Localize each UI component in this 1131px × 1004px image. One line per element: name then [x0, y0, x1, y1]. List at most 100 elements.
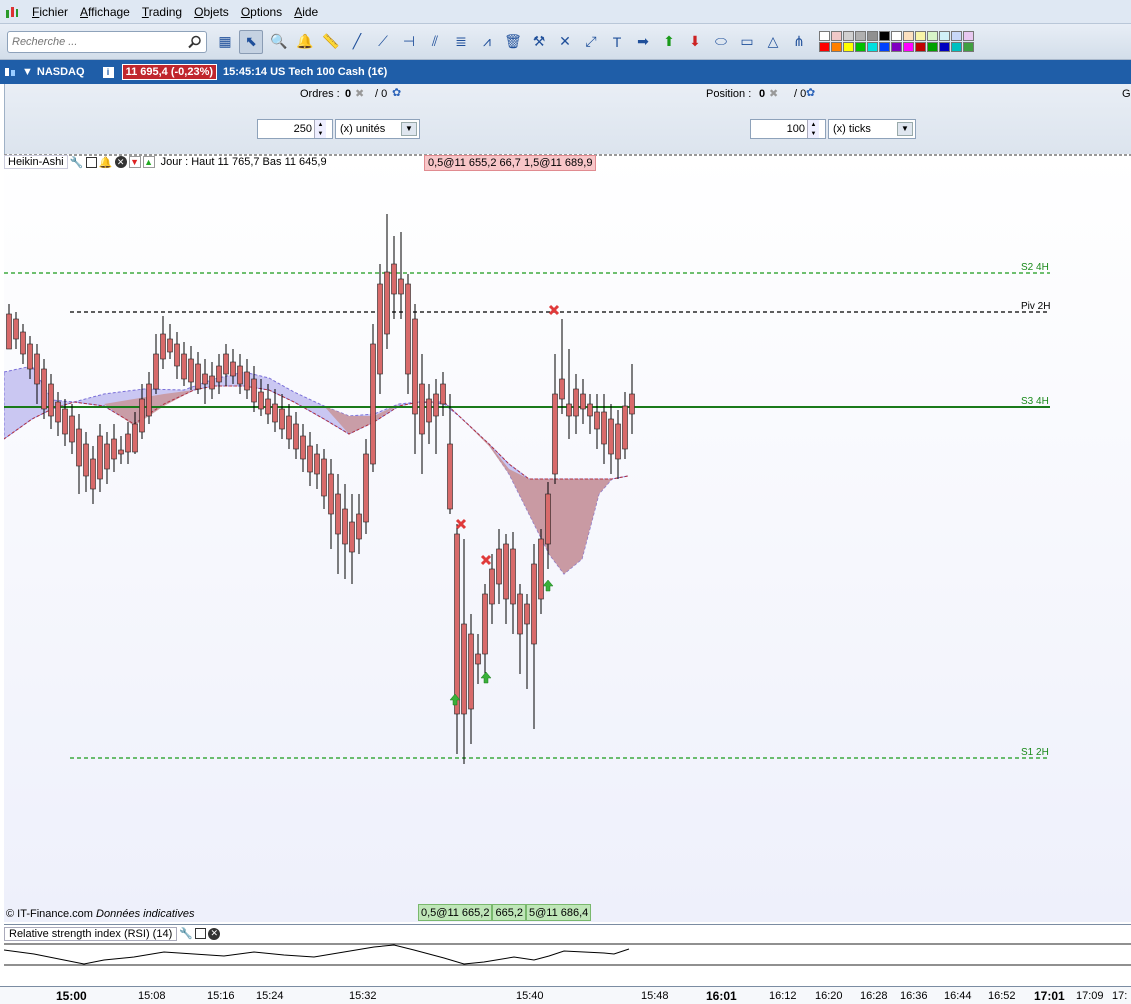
color-swatch[interactable] — [903, 31, 914, 41]
candle-bear — [153, 353, 159, 390]
candle-bear — [118, 449, 124, 455]
unit-select-2[interactable]: (x) ticks ▼ — [828, 119, 916, 139]
time-axis-label: 16:36 — [900, 990, 928, 1002]
text-icon[interactable]: T — [605, 30, 629, 54]
menu-objets[interactable]: Objets — [188, 5, 235, 19]
color-swatch[interactable] — [867, 42, 878, 52]
color-swatch[interactable] — [951, 42, 962, 52]
window-icon[interactable] — [195, 928, 207, 939]
cancel-position-icon[interactable]: ✖ — [769, 87, 778, 100]
quantity-spin-1[interactable]: ▲ ▼ — [314, 120, 326, 138]
quantity-stepper-1[interactable]: ▲▼ — [257, 119, 333, 139]
color-swatch[interactable] — [939, 31, 950, 41]
color-swatch[interactable] — [855, 31, 866, 41]
quantity-stepper-2[interactable]: ▲▼ — [750, 119, 826, 139]
color-swatch[interactable] — [855, 42, 866, 52]
orders-settings-icon[interactable]: ✿ — [392, 86, 401, 99]
info-icon[interactable]: i — [102, 66, 114, 78]
unit-select-1[interactable]: (x) unités ▼ — [335, 119, 420, 139]
zoom-icon[interactable]: 🔍 — [267, 30, 291, 54]
color-swatch[interactable] — [939, 42, 950, 52]
menu-fichier[interactable]: Fichier — [26, 5, 74, 19]
color-swatch[interactable] — [879, 31, 890, 41]
color-swatch[interactable] — [819, 31, 830, 41]
color-swatch[interactable] — [963, 31, 974, 41]
color-swatch[interactable] — [963, 42, 974, 52]
position-settings-icon[interactable]: ✿ — [806, 86, 815, 99]
order-badge-bottom[interactable]: 0,5@11 665,2 665,2 5@11 686,4 — [418, 904, 592, 921]
window-icon[interactable] — [85, 156, 97, 168]
pitchfork-icon[interactable]: ⋔ — [787, 30, 811, 54]
cursor-icon[interactable]: ⬉ — [239, 29, 263, 54]
trash-icon[interactable]: 🗑 — [501, 30, 525, 54]
search-icon[interactable] — [188, 35, 202, 49]
segment-icon[interactable]: ╱ — [345, 30, 369, 54]
quantity-input-2[interactable] — [751, 123, 807, 135]
rsi-chart[interactable] — [4, 942, 1131, 986]
color-swatch[interactable] — [867, 31, 878, 41]
move-down-icon[interactable]: ▼ — [128, 156, 141, 168]
color-swatch[interactable] — [831, 31, 842, 41]
candle-bear — [454, 533, 460, 715]
search-input[interactable] — [12, 35, 182, 48]
price-chart[interactable]: S2 4H Piv 2H S3 4H S1 2H — [4, 154, 1131, 922]
candle-bear — [202, 373, 208, 385]
instrument-selector[interactable]: ▼ NASDAQ — [4, 66, 85, 78]
screener-icon[interactable]: ▦ — [213, 30, 237, 54]
close-icon[interactable]: ✕ — [114, 156, 127, 168]
color-swatch[interactable] — [903, 42, 914, 52]
color-swatch[interactable] — [915, 31, 926, 41]
horizontal-line-icon[interactable]: ⊣ — [397, 30, 421, 54]
color-swatch[interactable] — [843, 42, 854, 52]
color-swatch[interactable] — [843, 31, 854, 41]
wrench-icon[interactable]: 🔧 — [70, 155, 84, 169]
menu-options[interactable]: Options — [235, 5, 288, 19]
candle-bear — [272, 403, 278, 423]
hammer-icon[interactable]: ⚒ — [527, 30, 551, 54]
color-swatch[interactable] — [927, 31, 938, 41]
color-swatch[interactable] — [951, 31, 962, 41]
arrow-down-icon[interactable]: ⬇ — [683, 30, 707, 54]
candle-bear — [132, 423, 138, 453]
ruler-icon[interactable]: 📏 — [319, 30, 343, 54]
diagonal-icon[interactable]: ⤢ — [579, 30, 603, 54]
bell-icon[interactable]: 🔔 — [99, 155, 113, 169]
arrow-up-icon[interactable]: ⬆ — [657, 30, 681, 54]
menu-aide[interactable]: Aide — [288, 5, 324, 19]
menu-trading[interactable]: Trading — [136, 5, 188, 19]
candle-bear — [510, 548, 516, 605]
alert-bell-icon[interactable]: 🔔 — [293, 30, 317, 54]
fibonacci-icon[interactable]: ≣ — [449, 30, 473, 54]
quantity-spin-2[interactable]: ▲ ▼ — [807, 120, 819, 138]
candle-bear — [461, 623, 467, 715]
cancel-orders-icon[interactable]: ✖ — [355, 87, 364, 100]
position-sep: / 0 — [794, 88, 807, 100]
line-icon[interactable]: ⟋ — [371, 30, 395, 54]
candle-bear — [139, 398, 145, 433]
menu-affichage[interactable]: Affichage — [74, 5, 136, 19]
color-swatch[interactable] — [915, 42, 926, 52]
ellipse-icon[interactable]: ⬭ — [709, 30, 733, 54]
color-swatch[interactable] — [831, 42, 842, 52]
search-box — [7, 30, 207, 53]
quantity-input-1[interactable] — [258, 123, 314, 135]
rectangle-icon[interactable]: ▭ — [735, 30, 759, 54]
order-badge-top[interactable]: 0,5@11 655,2 66,7 1,5@11 689,9 — [424, 155, 597, 171]
time-axis-label: 16:44 — [944, 990, 972, 1002]
parallel-lines-icon[interactable]: ⫽ — [423, 30, 447, 54]
move-up-icon[interactable]: ▲ — [142, 156, 155, 168]
candle-bear — [286, 415, 292, 440]
channel-icon[interactable]: ⩘ — [475, 30, 499, 54]
footnote-note: Données indicatives — [96, 908, 195, 920]
color-swatch[interactable] — [891, 31, 902, 41]
close-icon[interactable]: ✕ — [208, 927, 221, 940]
wrench-icon[interactable]: 🔧 — [179, 927, 193, 941]
arrow-right-icon[interactable]: ➡ — [631, 30, 655, 54]
rsi-title: Relative strength index (RSI) (14) — [4, 926, 178, 941]
triangle-icon[interactable]: △ — [761, 30, 785, 54]
color-swatch[interactable] — [879, 42, 890, 52]
cross-icon[interactable]: ✕ — [553, 30, 577, 54]
color-swatch[interactable] — [819, 42, 830, 52]
color-swatch[interactable] — [927, 42, 938, 52]
color-swatch[interactable] — [891, 42, 902, 52]
